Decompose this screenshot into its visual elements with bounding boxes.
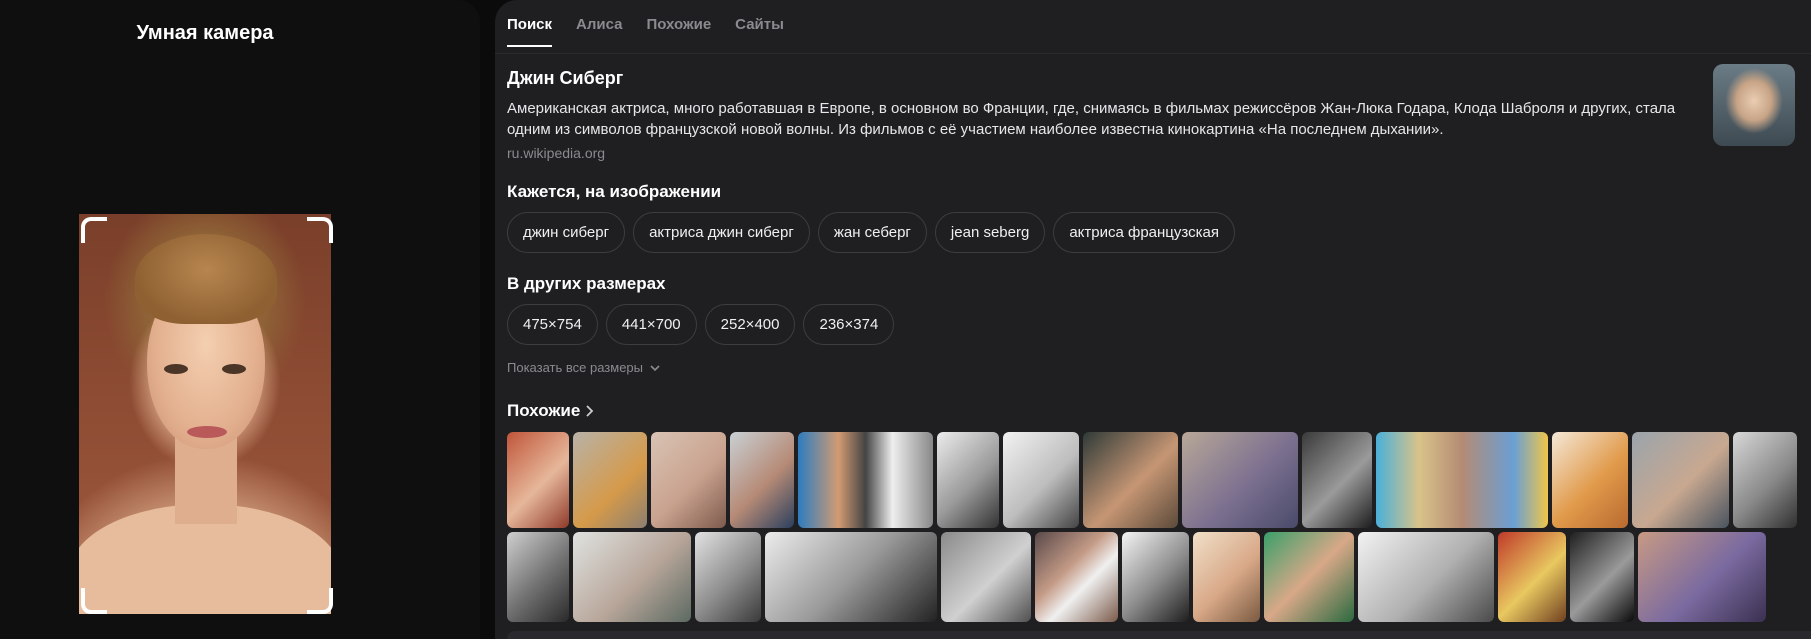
- results-panel: Поиск Алиса Похожие Сайты Джин Сиберг Ам…: [495, 0, 1811, 639]
- seems-section-title: Кажется, на изображении: [507, 182, 722, 201]
- smart-camera-panel: Умная камера: [0, 0, 480, 639]
- similar-image[interactable]: [1733, 432, 1797, 528]
- similar-image[interactable]: [507, 532, 569, 622]
- crop-handle-top-right[interactable]: [307, 217, 333, 243]
- similar-image[interactable]: [1498, 532, 1566, 622]
- photo-eye-right: [222, 364, 246, 374]
- similar-image[interactable]: [573, 532, 691, 622]
- similar-image[interactable]: [507, 432, 569, 528]
- similar-image[interactable]: [695, 532, 761, 622]
- similar-image[interactable]: [730, 432, 794, 528]
- smart-camera-title: Умная камера: [136, 22, 274, 44]
- similar-image[interactable]: [765, 532, 937, 622]
- tab-search[interactable]: Поиск: [507, 16, 553, 47]
- chip-tag[interactable]: jean seberg: [934, 212, 1046, 253]
- query-photo: [79, 214, 331, 614]
- similar-image[interactable]: [798, 432, 933, 528]
- chevron-down-icon: [650, 364, 660, 371]
- similar-image[interactable]: [1122, 532, 1189, 622]
- similar-image[interactable]: [1035, 532, 1118, 622]
- similar-section-link[interactable]: Похожие: [507, 401, 594, 421]
- entity-description: Американская актриса, много работавшая в…: [507, 100, 1676, 138]
- entity-title[interactable]: Джин Сиберг: [507, 68, 623, 89]
- seems-chips: джин сиберг актриса джин сиберг жан себе…: [507, 212, 1235, 253]
- similar-image[interactable]: [1570, 532, 1634, 622]
- chip-size[interactable]: 236×374: [803, 304, 895, 345]
- similar-image[interactable]: [1264, 532, 1354, 622]
- tab-similar[interactable]: Похожие: [646, 16, 711, 47]
- chevron-right-icon: [586, 405, 594, 417]
- similar-image[interactable]: [1182, 432, 1298, 528]
- photo-hair: [135, 234, 277, 324]
- chip-tag[interactable]: джин сиберг: [507, 212, 626, 253]
- similar-image[interactable]: [1003, 432, 1079, 528]
- chip-tag[interactable]: жан себерг: [817, 212, 927, 253]
- entity-thumbnail[interactable]: [1713, 64, 1795, 146]
- similar-image[interactable]: [1638, 532, 1766, 622]
- show-all-sizes-label: Показать все размеры: [507, 360, 643, 375]
- chip-size[interactable]: 441×700: [605, 304, 697, 345]
- photo-eye-left: [164, 364, 188, 374]
- chip-size[interactable]: 252×400: [704, 304, 796, 345]
- sizes-section-title: В других размерах: [507, 274, 666, 293]
- similar-image[interactable]: [1302, 432, 1372, 528]
- similar-image[interactable]: [651, 432, 726, 528]
- entity-source-link[interactable]: ru.wikipedia.org: [507, 145, 605, 161]
- similar-image[interactable]: [1632, 432, 1729, 528]
- result-tabs: Поиск Алиса Похожие Сайты: [507, 16, 784, 47]
- similar-image[interactable]: [1552, 432, 1628, 528]
- similar-image[interactable]: [573, 432, 647, 528]
- size-chips: 475×754 441×700 252×400 236×374: [507, 304, 895, 345]
- similar-images-row-2: [507, 532, 1766, 622]
- crop-handle-bottom-left[interactable]: [81, 588, 107, 614]
- tabs-divider: [495, 53, 1811, 54]
- similar-image[interactable]: [1358, 532, 1494, 622]
- chip-size[interactable]: 475×754: [507, 304, 598, 345]
- crop-handle-top-left[interactable]: [81, 217, 107, 243]
- bottom-panel-edge: [507, 631, 1811, 639]
- similar-section-title: Похожие: [507, 401, 581, 420]
- photo-lips: [187, 426, 227, 438]
- similar-image[interactable]: [937, 432, 999, 528]
- tab-sites[interactable]: Сайты: [735, 16, 784, 47]
- chip-tag[interactable]: актриса джин сиберг: [633, 212, 810, 253]
- similar-image[interactable]: [1083, 432, 1178, 528]
- tab-alice[interactable]: Алиса: [576, 16, 622, 47]
- chip-tag[interactable]: актриса французская: [1053, 212, 1235, 253]
- crop-handle-bottom-right[interactable]: [307, 588, 333, 614]
- similar-images-row-1: [507, 432, 1797, 528]
- show-all-sizes-button[interactable]: Показать все размеры: [507, 360, 661, 375]
- similar-image[interactable]: [1193, 532, 1260, 622]
- similar-image[interactable]: [1376, 432, 1548, 528]
- similar-image[interactable]: [941, 532, 1031, 622]
